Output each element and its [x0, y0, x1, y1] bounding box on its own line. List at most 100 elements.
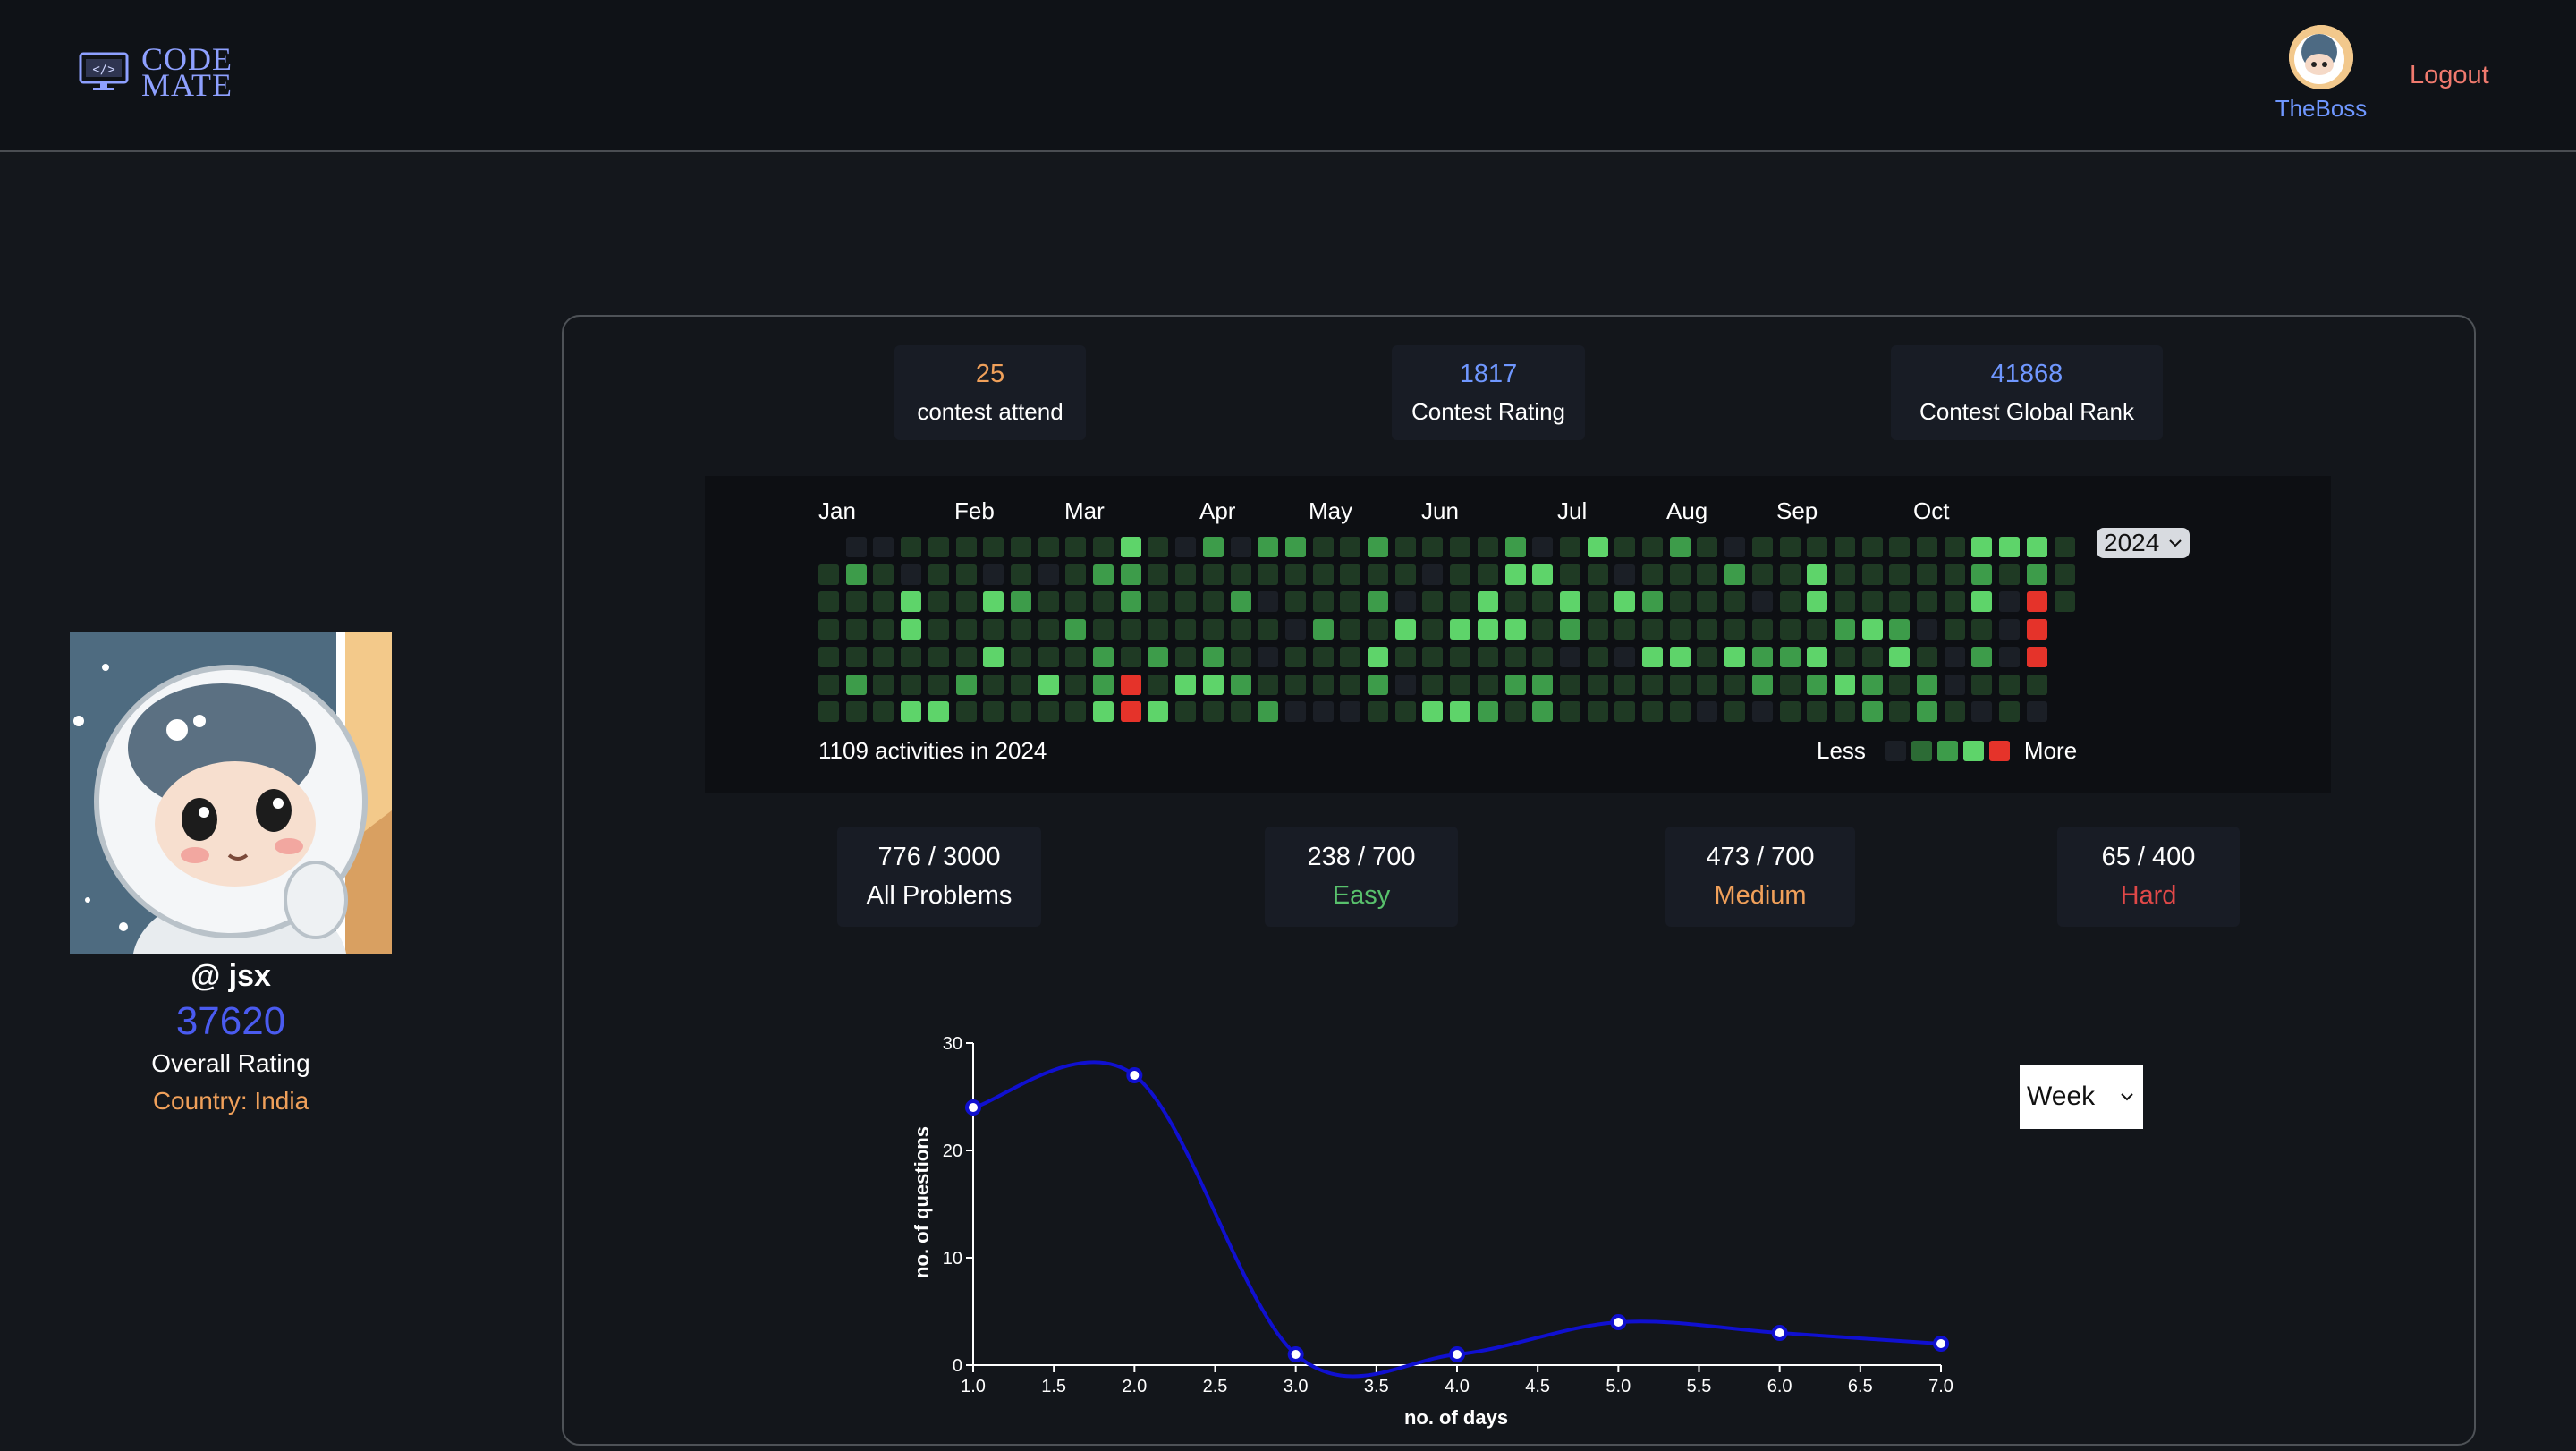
- heatmap-cell[interactable]: [1724, 537, 1746, 557]
- period-select[interactable]: Week: [2020, 1065, 2143, 1129]
- heatmap-cell[interactable]: [1258, 674, 1279, 695]
- heatmap-cell[interactable]: [1889, 591, 1911, 613]
- heatmap-cell[interactable]: [1312, 701, 1334, 723]
- heatmap-cell[interactable]: [1175, 564, 1197, 585]
- heatmap-cell[interactable]: [1450, 701, 1471, 723]
- heatmap-cell[interactable]: [1093, 591, 1114, 613]
- heatmap-cell[interactable]: [1751, 674, 1773, 695]
- heatmap-cell[interactable]: [928, 674, 949, 695]
- year-select[interactable]: 2024: [2097, 528, 2190, 558]
- heatmap-cell[interactable]: [1504, 537, 1526, 557]
- heatmap-cell[interactable]: [1148, 701, 1169, 723]
- heatmap-cell[interactable]: [1065, 619, 1087, 641]
- heatmap-cell[interactable]: [873, 646, 894, 667]
- heatmap-cell[interactable]: [1120, 701, 1141, 723]
- heatmap-cell[interactable]: [1093, 674, 1114, 695]
- heatmap-cell[interactable]: [1917, 646, 1937, 667]
- heatmap-cell[interactable]: [1038, 674, 1059, 695]
- heatmap-cell[interactable]: [1477, 564, 1498, 585]
- heatmap-cell[interactable]: [1038, 646, 1059, 667]
- heatmap-cell[interactable]: [1312, 674, 1334, 695]
- heatmap-cell[interactable]: [1065, 646, 1087, 667]
- heatmap-cell[interactable]: [1697, 564, 1718, 585]
- app-logo[interactable]: </> CODE MATE: [79, 43, 233, 101]
- heatmap-cell[interactable]: [1284, 646, 1306, 667]
- heatmap-cell[interactable]: [1093, 619, 1114, 641]
- heatmap-cell[interactable]: [1559, 701, 1580, 723]
- heatmap-cell[interactable]: [818, 564, 839, 585]
- heatmap-cell[interactable]: [1504, 674, 1526, 695]
- heatmap-cell[interactable]: [1751, 701, 1773, 723]
- heatmap-cell[interactable]: [1642, 646, 1663, 667]
- heatmap-cell[interactable]: [1697, 674, 1718, 695]
- heatmap-cell[interactable]: [1587, 646, 1608, 667]
- heatmap-cell[interactable]: [1834, 646, 1855, 667]
- heatmap-cell[interactable]: [818, 701, 839, 723]
- heatmap-cell[interactable]: [1724, 701, 1746, 723]
- heatmap-cell[interactable]: [1038, 564, 1059, 585]
- heatmap-cell[interactable]: [1861, 701, 1883, 723]
- heatmap-cell[interactable]: [1532, 701, 1554, 723]
- heatmap-cell[interactable]: [2054, 537, 2075, 557]
- heatmap-cell[interactable]: [1450, 646, 1471, 667]
- heatmap-cell[interactable]: [1724, 646, 1746, 667]
- heatmap-cell[interactable]: [1394, 564, 1416, 585]
- heatmap-cell[interactable]: [1148, 674, 1169, 695]
- heatmap-cell[interactable]: [1642, 619, 1663, 641]
- heatmap-cell[interactable]: [1175, 537, 1197, 557]
- heatmap-cell[interactable]: [901, 674, 922, 695]
- heatmap-cell[interactable]: [1504, 646, 1526, 667]
- heatmap-cell[interactable]: [1202, 564, 1224, 585]
- heatmap-cell[interactable]: [1477, 537, 1498, 557]
- heatmap-cell[interactable]: [2054, 591, 2075, 613]
- heatmap-cell[interactable]: [845, 674, 867, 695]
- heatmap-cell[interactable]: [1971, 674, 1993, 695]
- heatmap-cell[interactable]: [1614, 619, 1636, 641]
- heatmap-cell[interactable]: [1065, 537, 1087, 557]
- heatmap-cell[interactable]: [1504, 591, 1526, 613]
- heatmap-cell[interactable]: [1504, 619, 1526, 641]
- heatmap-cell[interactable]: [1065, 591, 1087, 613]
- heatmap-cell[interactable]: [983, 619, 1004, 641]
- heatmap-cell[interactable]: [1284, 701, 1306, 723]
- heatmap-cell[interactable]: [1120, 619, 1141, 641]
- heatmap-cell[interactable]: [1202, 591, 1224, 613]
- heatmap-cell[interactable]: [1614, 674, 1636, 695]
- heatmap-cell[interactable]: [2026, 619, 2047, 641]
- heatmap-cell[interactable]: [1779, 646, 1801, 667]
- heatmap-cell[interactable]: [1971, 591, 1993, 613]
- heatmap-cell[interactable]: [1284, 537, 1306, 557]
- heatmap-cell[interactable]: [1999, 591, 2021, 613]
- heatmap-cell[interactable]: [1971, 646, 1993, 667]
- heatmap-cell[interactable]: [1532, 537, 1554, 557]
- heatmap-cell[interactable]: [1010, 591, 1031, 613]
- heatmap-cell[interactable]: [1917, 674, 1937, 695]
- heatmap-cell[interactable]: [1450, 619, 1471, 641]
- heatmap-cell[interactable]: [1394, 674, 1416, 695]
- heatmap-cell[interactable]: [1779, 591, 1801, 613]
- heatmap-cell[interactable]: [1284, 591, 1306, 613]
- heatmap-cell[interactable]: [1202, 537, 1224, 557]
- heatmap-cell[interactable]: [928, 646, 949, 667]
- heatmap-cell[interactable]: [1504, 564, 1526, 585]
- heatmap-cell[interactable]: [1642, 564, 1663, 585]
- heatmap-cell[interactable]: [845, 537, 867, 557]
- heatmap-cell[interactable]: [983, 674, 1004, 695]
- heatmap-cell[interactable]: [873, 701, 894, 723]
- heatmap-cell[interactable]: [1065, 674, 1087, 695]
- heatmap-cell[interactable]: [1944, 537, 1965, 557]
- heatmap-cell[interactable]: [1148, 646, 1169, 667]
- heatmap-cell[interactable]: [818, 619, 839, 641]
- heatmap-cell[interactable]: [1861, 537, 1883, 557]
- heatmap-cell[interactable]: [1587, 564, 1608, 585]
- heatmap-cell[interactable]: [1559, 646, 1580, 667]
- heatmap-cell[interactable]: [1340, 701, 1361, 723]
- heatmap-cell[interactable]: [1861, 564, 1883, 585]
- heatmap-cell[interactable]: [1614, 564, 1636, 585]
- heatmap-cell[interactable]: [1999, 619, 2021, 641]
- heatmap-cell[interactable]: [1010, 674, 1031, 695]
- heatmap-cell[interactable]: [955, 646, 977, 667]
- heatmap-cell[interactable]: [1697, 619, 1718, 641]
- heatmap-cell[interactable]: [1230, 564, 1251, 585]
- heatmap-cell[interactable]: [1861, 619, 1883, 641]
